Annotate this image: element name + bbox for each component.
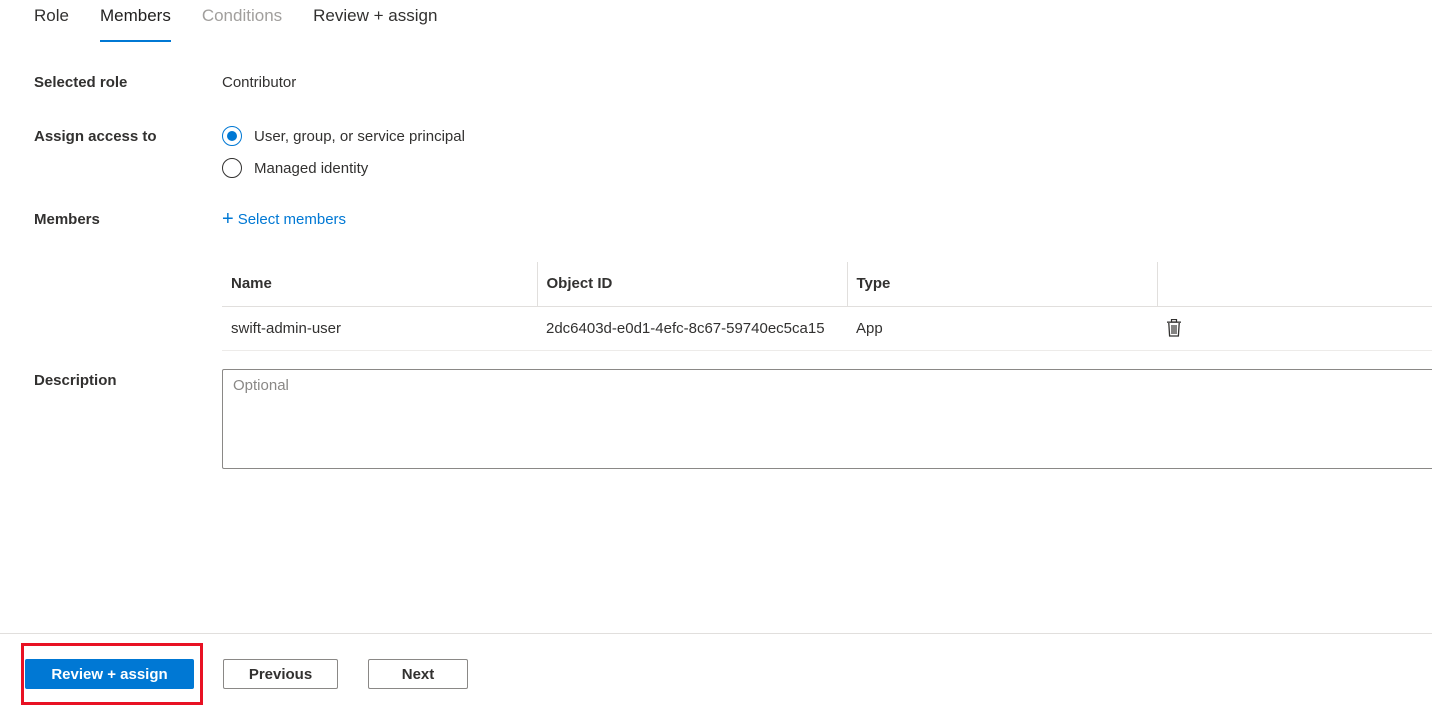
- column-header-name: Name: [222, 262, 538, 307]
- review-assign-button[interactable]: Review + assign: [25, 659, 194, 689]
- table-header-row: Name Object ID Type: [222, 262, 1432, 307]
- description-label: Description: [34, 372, 117, 389]
- column-header-type: Type: [847, 262, 1158, 307]
- previous-button[interactable]: Previous: [223, 659, 338, 689]
- radio-button-checked[interactable]: [222, 126, 242, 146]
- cell-actions: [1157, 306, 1432, 351]
- wizard-tabs: Role Members Conditions Review + assign: [34, 0, 468, 42]
- selected-role-label: Selected role: [34, 74, 128, 91]
- radio-user-group-sp[interactable]: User, group, or service principal: [222, 126, 465, 146]
- cell-type: App: [847, 306, 1157, 351]
- radio-button-unchecked[interactable]: [222, 158, 242, 178]
- plus-icon: +: [222, 208, 234, 230]
- radio-managed-identity[interactable]: Managed identity: [222, 158, 368, 178]
- column-header-object-id: Object ID: [537, 262, 848, 307]
- assign-access-label: Assign access to: [34, 128, 157, 145]
- tab-review-assign[interactable]: Review + assign: [313, 0, 437, 38]
- table-row: swift-admin-user 2dc6403d-e0d1-4efc-8c67…: [222, 306, 1432, 351]
- radio-label-managed-identity: Managed identity: [254, 159, 369, 177]
- description-textarea[interactable]: [222, 369, 1432, 469]
- select-members-link[interactable]: + Select members: [222, 209, 346, 229]
- footer-divider: [0, 633, 1432, 634]
- select-members-text: Select members: [237, 210, 347, 228]
- next-button[interactable]: Next: [368, 659, 468, 689]
- tab-conditions: Conditions: [201, 6, 283, 25]
- members-label: Members: [34, 211, 100, 228]
- selected-role-value: Contributor: [222, 74, 297, 91]
- cell-object-id: 2dc6403d-e0d1-4efc-8c67-59740ec5ca15: [537, 306, 847, 351]
- radio-label-user-group-sp: User, group, or service principal: [254, 127, 465, 145]
- cell-name: swift-admin-user: [222, 306, 537, 351]
- column-header-actions: [1157, 262, 1432, 307]
- tab-role[interactable]: Role: [34, 0, 69, 38]
- tab-members[interactable]: Members: [99, 0, 171, 42]
- trash-icon[interactable]: [1166, 318, 1182, 337]
- members-table: Name Object ID Type swift-admin-user 2dc…: [222, 262, 1432, 351]
